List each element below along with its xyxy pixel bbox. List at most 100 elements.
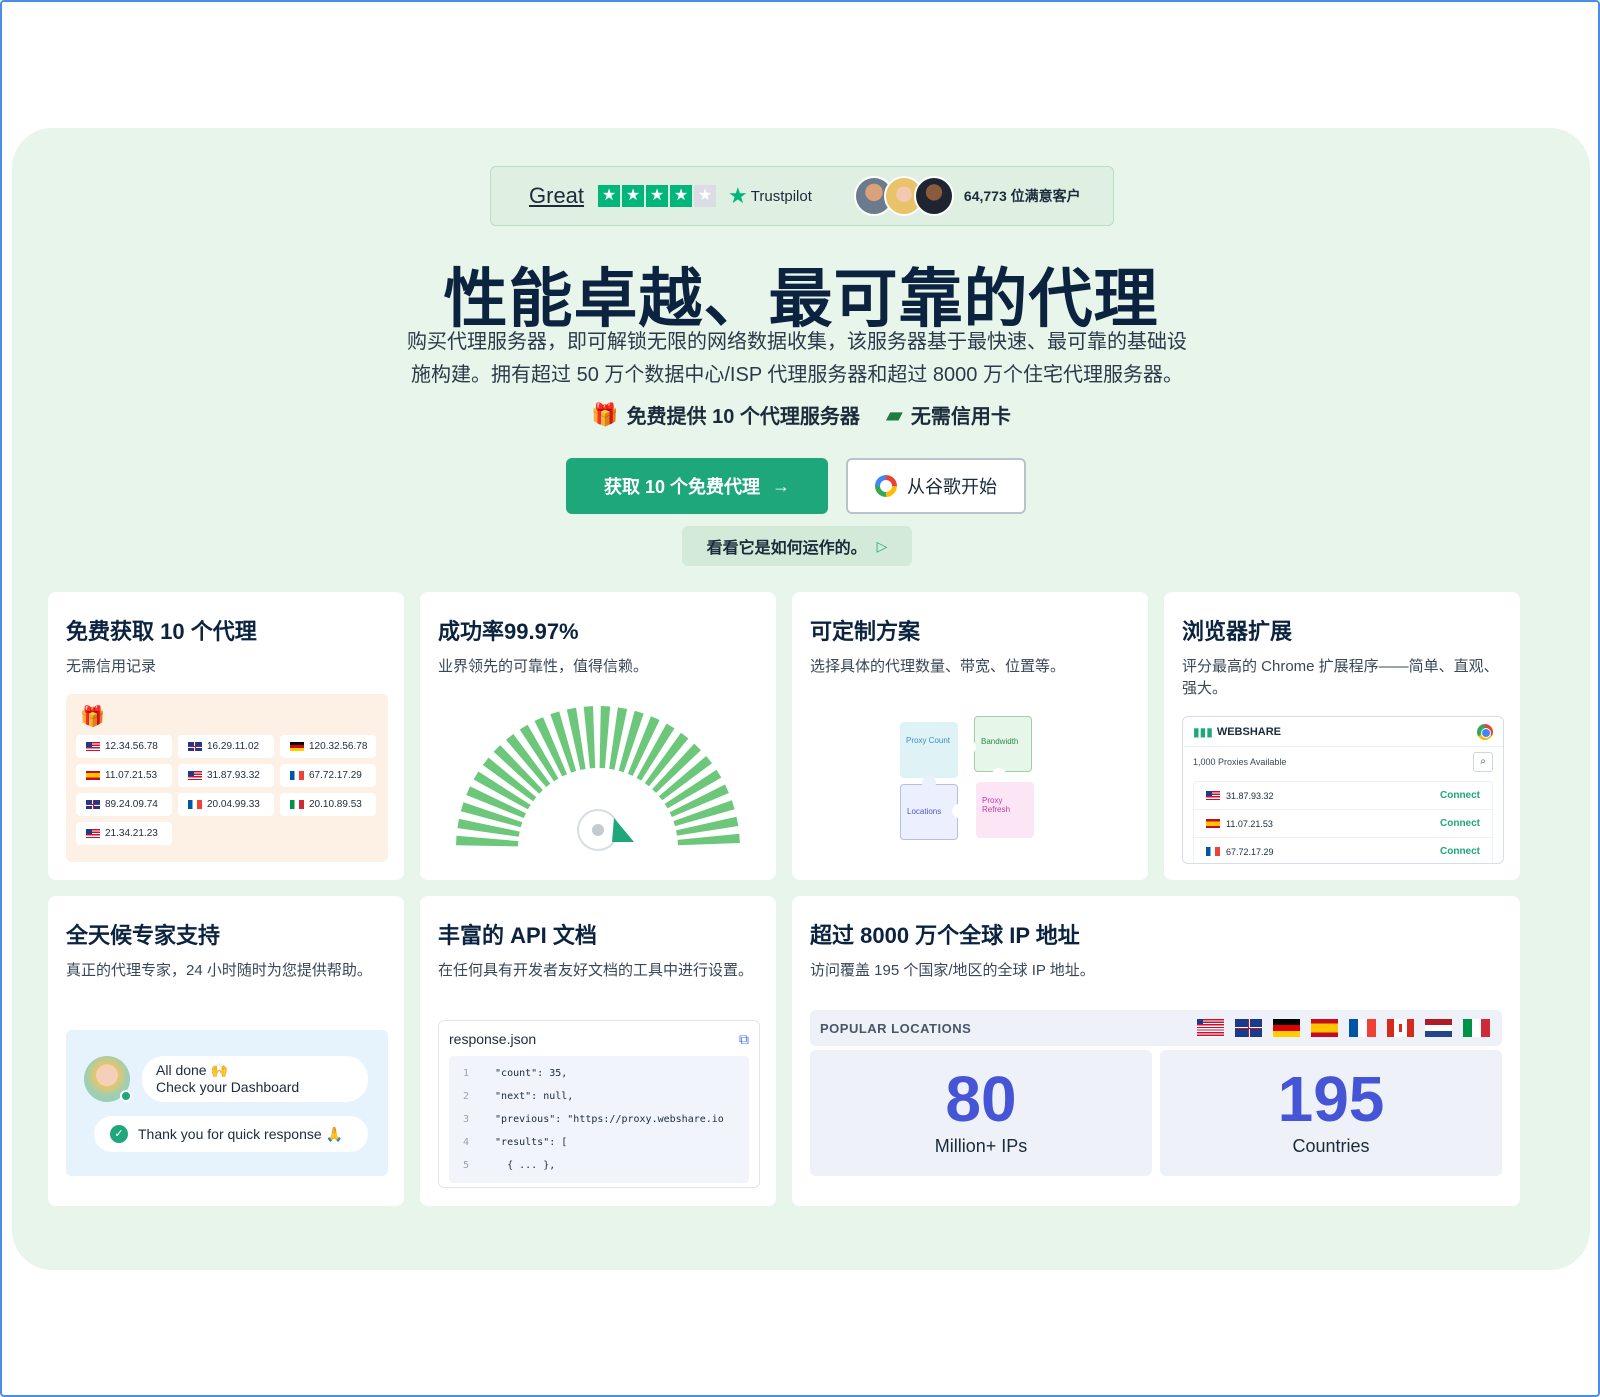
customer-avatars [853, 176, 954, 216]
proxy-row: 67.72.17.29 Connect [1194, 838, 1492, 863]
card-api-docs: 丰富的 API 文档 在任何具有开发者友好文档的工具中进行设置。 respons… [420, 896, 776, 1206]
message-text: Thank you for quick response 🙏 [138, 1125, 343, 1142]
star-icon: ★ [622, 185, 645, 207]
card-title: 全天候专家支持 [66, 923, 221, 948]
chat-illustration: All done 🙌 Check your Dashboard ✓ Thank … [66, 1030, 388, 1176]
rating-word[interactable]: Great [529, 183, 584, 209]
puzzle-knob [952, 804, 966, 818]
flag-es-icon [1311, 1019, 1338, 1037]
trustpilot-bar[interactable]: Great ★ ★ ★ ★ ★ ★ Trustpilot 64,773 位满意客… [490, 166, 1114, 226]
card-title: 超过 8000 万个全球 IP 地址 [810, 923, 1080, 948]
gauge-segment [456, 835, 519, 847]
get-free-proxies-button[interactable]: 获取 10 个免费代理 → [566, 458, 828, 514]
gauge-segment [599, 706, 611, 769]
google-signup-button[interactable]: 从谷歌开始 [846, 458, 1026, 514]
line-number: 5 [462, 1160, 470, 1171]
connect-button[interactable]: Connect [1440, 818, 1480, 829]
code-filename: response.json [449, 1031, 537, 1047]
ip-address: 120.32.56.78 [309, 741, 368, 752]
ip-address: 20.10.89.53 [309, 799, 362, 810]
message-line: All done 🙌 [156, 1062, 228, 1078]
flag-de-icon [290, 742, 304, 751]
ip-chip: 16.29.11.02 [178, 735, 274, 758]
flag-us-icon [1197, 1019, 1224, 1037]
proxies-available: 1,000 Proxies Available ⌕ [1183, 747, 1503, 777]
card-desc: 无需信用记录 [66, 658, 157, 675]
card-desc: 评分最高的 Chrome 扩展程序——简单、直观、强大。 [1182, 658, 1499, 697]
ip-address: 89.24.09.74 [105, 799, 158, 810]
puzzle-locations: Locations [900, 784, 958, 840]
card-desc: 真正的代理专家，24 小时随时为您提供帮助。 [66, 962, 372, 979]
message-line: Check your Dashboard [156, 1079, 300, 1095]
flag-ca-icon [1387, 1019, 1414, 1037]
customer-count: 64,773 位满意客户 [963, 188, 1081, 204]
proxy-row: 11.07.21.53 Connect [1194, 810, 1492, 838]
brand-name: WEBSHARE [1216, 725, 1281, 738]
ip-chip: 11.07.21.53 [76, 764, 172, 787]
check-icon: ✓ [110, 1125, 128, 1143]
card-free-proxies: 免费获取 10 个代理 无需信用记录 🎁 12.34.56.78 16.29.11… [48, 592, 404, 880]
card-desc: 选择具体的代理数量、带宽、位置等。 [810, 658, 1066, 675]
stat-number: 195 [1277, 1063, 1385, 1135]
stat-caption: Million+ IPs [934, 1136, 1028, 1156]
perk-no-card: ▰ 无需信用卡 [886, 400, 1011, 429]
star-empty-icon: ★ [694, 185, 717, 207]
code-text: "results": [ [483, 1137, 568, 1148]
card-title: 免费获取 10 个代理 [66, 619, 257, 644]
line-number: 3 [462, 1114, 470, 1125]
ip-chip: 20.04.99.33 [178, 793, 274, 816]
flag-nl-icon [1425, 1019, 1452, 1037]
flag-gb-icon [86, 800, 100, 809]
ip-address: 21.34.21.23 [105, 828, 158, 839]
copy-icon[interactable]: ⧉ [739, 1031, 749, 1048]
proxy-info: 11.07.21.53 [1206, 819, 1273, 829]
card-title: 浏览器扩展 [1182, 619, 1293, 644]
code-line: 5 { ... }, [449, 1154, 749, 1177]
play-icon: ▷ [876, 537, 888, 554]
star-icon: ★ [646, 185, 669, 207]
card-success-rate: 成功率99.97% 业界领先的可靠性，值得信赖。 [420, 592, 776, 880]
line-number: 2 [462, 1091, 470, 1102]
puzzle-illustration: Proxy Count Bandwidth Locations Proxy Re… [900, 716, 1050, 846]
trustpilot-name: Trustpilot [750, 187, 812, 205]
ip-chip: 20.10.89.53 [280, 793, 376, 816]
flag-fr-icon [1349, 1019, 1376, 1037]
star-icon: ★ [670, 185, 693, 207]
connect-button[interactable]: Connect [1440, 846, 1480, 857]
ip-grid: 12.34.56.78 16.29.11.02 120.32.56.78 11.07.… [76, 735, 378, 845]
puzzle-proxy-count: Proxy Count [900, 722, 958, 778]
chrome-icon [1477, 723, 1493, 740]
watch-demo-button[interactable]: 看看它是如何运作的。 ▷ [682, 526, 912, 566]
gift-icon: 🎁 [80, 706, 105, 728]
flag-fr-icon [290, 771, 304, 780]
flag-es-icon [86, 771, 100, 780]
subtitle-line: 购买代理服务器，即可解锁无限的网络数据收集，该服务器基于最快速、最可靠的基础设 [407, 331, 1187, 353]
flag-gb-icon [1235, 1019, 1262, 1037]
rating-stars: ★ ★ ★ ★ ★ [598, 185, 717, 207]
perk-free-proxies: 🎁 免费提供 10 个代理服务器 [591, 400, 860, 429]
popular-locations-label: POPULAR LOCATIONS [820, 1020, 972, 1036]
code-line: 2 "next": null, [449, 1085, 749, 1108]
proxy-info: 67.72.17.29 [1206, 847, 1274, 857]
card-custom-plans: 可定制方案 选择具体的代理数量、带宽、位置等。 Proxy Count Band… [792, 592, 1148, 880]
puzzle-knob [962, 740, 976, 754]
gauge-hub-dot [592, 824, 604, 836]
location-flags [1197, 1019, 1490, 1037]
ip-address: 67.72.17.29 [309, 770, 362, 781]
code-sample: response.json ⧉ 1 "count": 35, 2 "next": … [438, 1020, 760, 1188]
proxy-ip: 31.87.93.32 [1226, 790, 1274, 801]
search-icon[interactable]: ⌕ [1473, 752, 1493, 772]
success-gauge [456, 706, 740, 851]
connect-button[interactable]: Connect [1440, 790, 1480, 801]
code-text: { ... }, [483, 1160, 556, 1171]
trustpilot-logo: ★ Trustpilot [728, 183, 812, 209]
extension-rows: 31.87.93.32 Connect 11.07.21.53 Connect 67.7… [1193, 781, 1493, 863]
code-text: "previous": "https://proxy.webshare.io [483, 1114, 724, 1125]
button-label: 从谷歌开始 [907, 477, 997, 497]
proxy-row: 31.87.93.32 Connect [1194, 782, 1492, 810]
puzzle-bandwidth: Bandwidth [974, 716, 1032, 772]
stat-countries: 195 Countries [1160, 1050, 1502, 1176]
gauge-segment [583, 706, 596, 769]
code-text: "next": null, [483, 1091, 574, 1102]
available-text: 1,000 Proxies Available [1193, 757, 1287, 767]
